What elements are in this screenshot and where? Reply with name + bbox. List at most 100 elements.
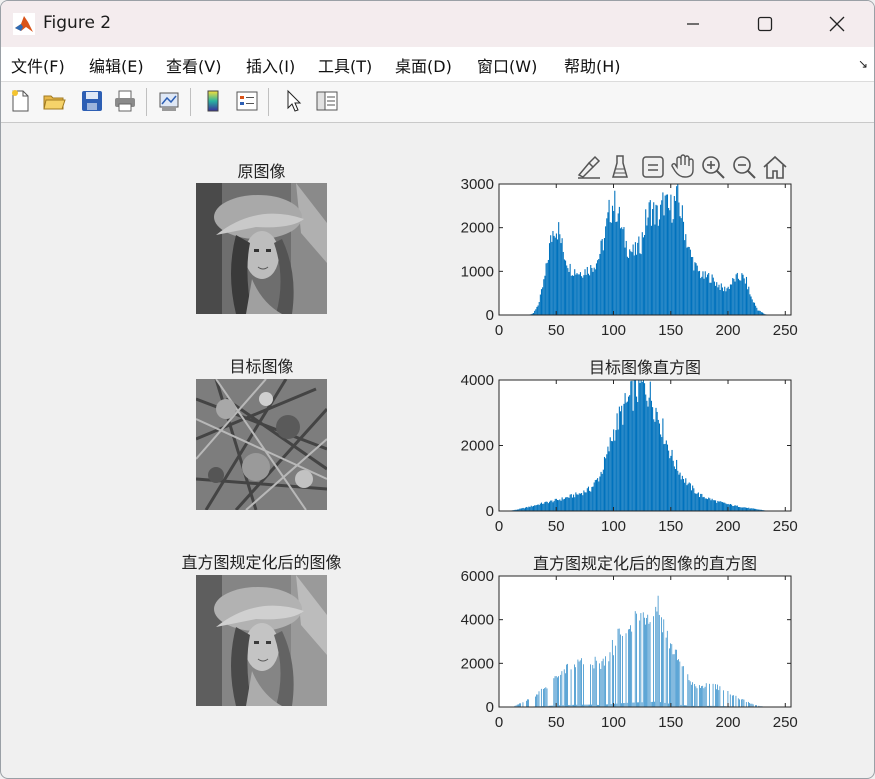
histogram-bar xyxy=(546,262,548,315)
histogram-bar xyxy=(670,643,671,707)
histogram-bar xyxy=(528,699,530,707)
histogram-bar xyxy=(559,499,561,511)
histogram-bar xyxy=(594,480,596,511)
axes-background xyxy=(499,576,791,707)
histogram-bar xyxy=(661,437,663,511)
x-tick-label: 100 xyxy=(601,518,626,535)
histogram-bar xyxy=(690,684,692,707)
histogram-bar xyxy=(636,254,638,315)
histogram-bar xyxy=(641,381,643,511)
histogram-bar xyxy=(687,246,689,315)
histogram-axes-3: 0 50 100 150 200 250 0 2000 4000 6000 直方图规定化后的图像的直… xyxy=(461,554,798,731)
histogram-bar xyxy=(658,423,660,511)
histogram-bar xyxy=(592,486,594,511)
histogram-bar xyxy=(755,305,757,315)
histogram-bar xyxy=(626,401,628,511)
histogram-bar xyxy=(649,622,651,707)
histogram-bar xyxy=(735,274,737,315)
histogram-bar xyxy=(653,202,655,315)
histogram-bar xyxy=(757,310,759,315)
x-tick-label: 200 xyxy=(716,322,741,339)
histogram-bar xyxy=(752,302,754,315)
histogram-bar xyxy=(681,475,683,511)
histogram-bar xyxy=(688,680,690,707)
histogram-axes-1: 0 50 100 150 200 250 0 1000 2000 3000 xyxy=(461,176,798,339)
histogram-bar xyxy=(545,501,547,511)
histogram-bar xyxy=(590,491,592,511)
histogram-bar xyxy=(562,499,564,511)
histogram-bar xyxy=(749,294,751,315)
histogram-bar xyxy=(654,421,656,511)
histogram-bar xyxy=(609,222,611,315)
histogram-bar xyxy=(703,688,705,707)
histogram-bar xyxy=(653,616,654,707)
histogram-bar xyxy=(726,288,728,315)
histogram-bar xyxy=(756,307,758,315)
histogram-bar xyxy=(524,507,527,511)
histogram-bar xyxy=(656,411,658,511)
histogram-bar xyxy=(749,702,751,707)
histogram-bar xyxy=(748,701,749,707)
histogram-bar xyxy=(712,277,714,315)
histogram-bar xyxy=(660,434,662,511)
histogram-bar xyxy=(704,271,706,315)
histogram-bar xyxy=(540,688,542,707)
histogram-bar xyxy=(634,242,636,315)
histogram-bar xyxy=(732,278,734,315)
histogram-bar xyxy=(652,209,654,315)
histogram-bar xyxy=(553,500,555,511)
histogram-bar xyxy=(578,661,580,707)
histogram-bar xyxy=(571,275,573,315)
histogram-bar xyxy=(579,660,581,707)
histogram-bar xyxy=(615,221,617,315)
histogram-bar xyxy=(733,695,734,707)
histogram-bar xyxy=(676,649,677,707)
histogram-bar xyxy=(652,407,654,511)
histogram-bar xyxy=(548,243,551,315)
histogram-bar xyxy=(657,419,659,511)
histogram-bar xyxy=(648,202,650,315)
histogram-bar xyxy=(530,505,532,511)
histogram-bar xyxy=(622,229,624,315)
histogram-bar xyxy=(538,301,540,315)
histogram-bar xyxy=(598,481,600,511)
x-tick-label: 150 xyxy=(658,518,683,535)
histogram-bar xyxy=(690,257,693,315)
histogram-bar xyxy=(729,503,731,511)
histogram-bar xyxy=(689,483,691,511)
histogram-bar xyxy=(704,498,706,511)
histogram-bar xyxy=(739,507,741,511)
histogram-bar xyxy=(570,494,572,511)
y-tick-label: 2000 xyxy=(461,438,494,455)
histogram-bar xyxy=(529,507,531,511)
histogram-bar xyxy=(539,294,541,315)
histogram-bar xyxy=(550,235,552,315)
histogram-bar xyxy=(547,503,549,511)
histogram-bar xyxy=(661,200,663,315)
histogram-bar xyxy=(634,380,636,511)
x-tick-label: 100 xyxy=(601,714,626,731)
x-tick-label: 0 xyxy=(495,322,503,339)
histogram-bar xyxy=(742,274,744,315)
histogram-bar xyxy=(660,204,662,315)
histogram-charts: 0 50 100 150 200 25001000200030000 50 100 150 200… xyxy=(461,176,798,731)
histogram-bar xyxy=(597,260,599,315)
histogram-bar xyxy=(587,486,590,511)
histogram-bar xyxy=(662,418,664,511)
histogram-bar xyxy=(665,637,667,707)
histogram-bar xyxy=(543,503,545,511)
histogram-bar xyxy=(713,281,715,315)
histogram-bar xyxy=(609,437,611,511)
histogram-bar xyxy=(613,655,614,707)
histogram-bar xyxy=(664,195,666,315)
histogram-bar xyxy=(627,257,630,315)
histogram-bar xyxy=(595,263,598,315)
histogram-bar xyxy=(565,497,567,511)
histogram-bar xyxy=(623,227,625,315)
histogram-bar xyxy=(563,259,565,315)
histogram-bar xyxy=(583,490,585,511)
histogram-bar xyxy=(685,234,687,315)
histogram-bar xyxy=(672,654,674,707)
histogram-bar xyxy=(642,612,644,707)
histogram-bar xyxy=(747,289,749,315)
